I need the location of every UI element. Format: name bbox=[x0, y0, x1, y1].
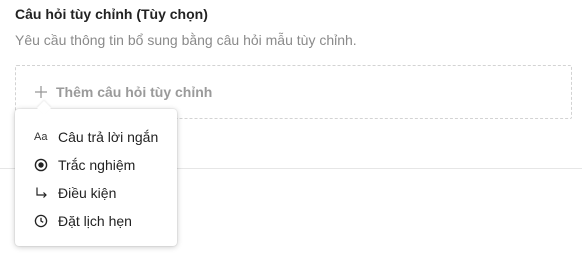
question-type-menu: Aa Câu trả lời ngắn Trắc nghiệm Điều kiệ… bbox=[15, 109, 177, 246]
plus-icon bbox=[34, 85, 48, 99]
add-question-button[interactable]: Thêm câu hỏi tùy chỉnh bbox=[34, 84, 212, 100]
section-description: Yêu cầu thông tin bổ sung bằng câu hỏi m… bbox=[15, 32, 357, 48]
menu-item-schedule[interactable]: Đặt lịch hẹn bbox=[15, 207, 177, 235]
section-title: Câu hỏi tùy chỉnh (Tùy chọn) bbox=[15, 6, 208, 22]
clock-icon bbox=[34, 213, 50, 229]
conditional-arrow-icon bbox=[34, 185, 50, 201]
menu-item-label: Điều kiện bbox=[58, 185, 117, 201]
menu-item-label: Câu trả lời ngắn bbox=[58, 129, 159, 145]
add-question-label: Thêm câu hỏi tùy chỉnh bbox=[56, 84, 213, 100]
menu-item-short-answer[interactable]: Aa Câu trả lời ngắn bbox=[15, 123, 177, 151]
menu-item-label: Trắc nghiệm bbox=[58, 157, 136, 173]
menu-item-label: Đặt lịch hẹn bbox=[58, 213, 132, 229]
menu-item-multiple-choice[interactable]: Trắc nghiệm bbox=[15, 151, 177, 179]
short-answer-icon: Aa bbox=[34, 131, 48, 143]
radio-icon bbox=[34, 157, 50, 173]
menu-item-conditional[interactable]: Điều kiện bbox=[15, 179, 177, 207]
